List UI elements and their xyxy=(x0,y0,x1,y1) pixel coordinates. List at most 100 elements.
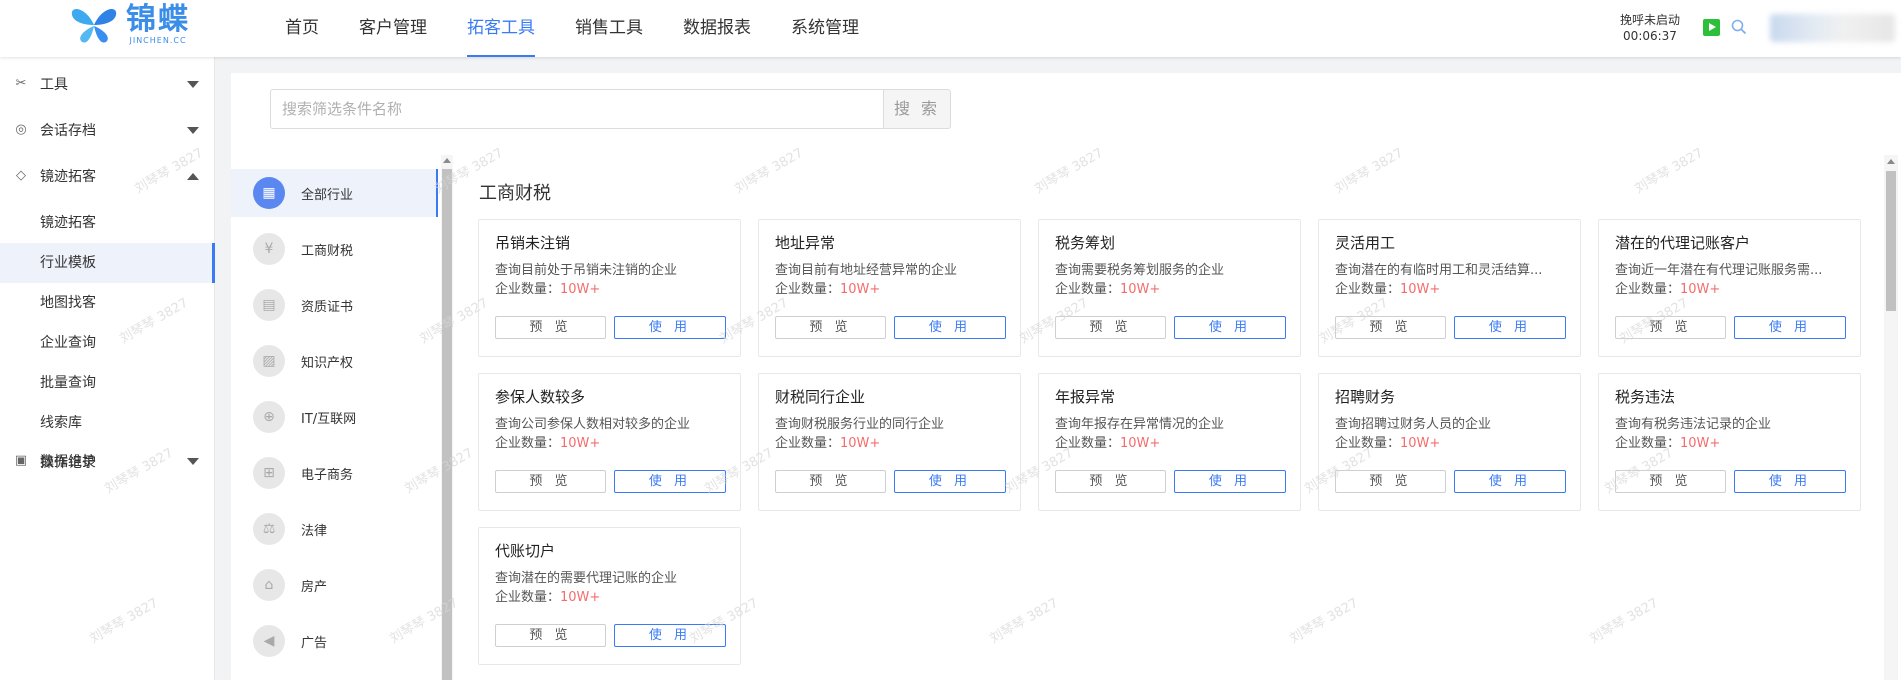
template-card: 参保人数较多 查询公司参保人数相对较多的企业 企业数量：10W+ 预 览使 用 xyxy=(478,373,741,511)
brand-logo[interactable]: 锦蝶 JINCHEN.CC xyxy=(68,4,190,45)
content-scrollbar[interactable] xyxy=(1884,155,1898,680)
category-label: 电子商务 xyxy=(301,467,354,483)
chevron-up-icon xyxy=(187,173,199,180)
globe-icon: ⊕ xyxy=(253,401,285,433)
count-value: 10W+ xyxy=(1680,436,1721,451)
nav-item-4[interactable]: 数据报表 xyxy=(663,0,771,57)
category-label: 房产 xyxy=(301,579,328,595)
nav-item-3[interactable]: 销售工具 xyxy=(555,0,663,57)
top-header: 锦蝶 JINCHEN.CC 首页 客户管理 拓客工具 销售工具 数据报表 系统管理 挽呼未… xyxy=(0,0,1901,57)
category-item-7[interactable]: ⌂ 房产 xyxy=(231,561,438,609)
category-item-1[interactable]: ¥ 工商财税 xyxy=(231,225,438,273)
category-item-4[interactable]: ⊕ IT/互联网 xyxy=(231,393,438,441)
section-title: 工商财税 xyxy=(479,183,551,204)
template-card: 财税同行企业 查询财税服务行业的同行企业 企业数量：10W+ 预 览使 用 xyxy=(758,373,1021,511)
card-title: 潜在的代理记账客户 xyxy=(1615,234,1751,252)
search-button[interactable]: 搜 索 xyxy=(883,89,951,129)
card-description: 查询招聘过财务人员的企业 xyxy=(1335,417,1492,432)
preview-button[interactable]: 预 览 xyxy=(495,316,606,339)
card-description: 查询目前有地址经营异常的企业 xyxy=(775,263,958,278)
count-value: 10W+ xyxy=(560,282,601,297)
category-item-5[interactable]: ⊞ 电子商务 xyxy=(231,449,438,497)
nav-item-1[interactable]: 客户管理 xyxy=(339,0,447,57)
search-icon[interactable] xyxy=(1730,18,1748,36)
chevron-down-icon xyxy=(187,81,199,88)
use-button[interactable]: 使 用 xyxy=(1454,470,1566,493)
count-value: 10W+ xyxy=(560,590,601,605)
card-count: 企业数量：10W+ xyxy=(495,278,600,297)
template-card: 税务违法 查询有税务违法记录的企业 企业数量：10W+ 预 览使 用 xyxy=(1598,373,1861,511)
user-profile-blurred[interactable] xyxy=(1770,14,1895,42)
preview-button[interactable]: 预 览 xyxy=(775,470,886,493)
card-description: 查询年报存在异常情况的企业 xyxy=(1055,417,1225,432)
use-button[interactable]: 使 用 xyxy=(1454,316,1566,339)
preview-button[interactable]: 预 览 xyxy=(1055,316,1166,339)
template-card: 灵活用工 查询潜在的有临时用工和灵活结算... 企业数量：10W+ 预 览使 用 xyxy=(1318,219,1581,357)
nav-item-5[interactable]: 系统管理 xyxy=(771,0,879,57)
preview-button[interactable]: 预 览 xyxy=(495,624,606,647)
template-card: 潜在的代理记账客户 查询近一年潜在有代理记账服务需... 企业数量：10W+ 预 览使… xyxy=(1598,219,1861,357)
card-count: 企业数量：10W+ xyxy=(1335,432,1440,451)
use-button[interactable]: 使 用 xyxy=(1174,316,1286,339)
category-item-0[interactable]: ▦ 全部行业 xyxy=(231,169,438,217)
preview-button[interactable]: 预 览 xyxy=(1335,470,1446,493)
use-button[interactable]: 使 用 xyxy=(614,316,726,339)
use-button[interactable]: 使 用 xyxy=(894,470,1006,493)
nav-item-2[interactable]: 拓客工具 xyxy=(447,0,555,57)
count-value: 10W+ xyxy=(1400,436,1441,451)
category-item-2[interactable]: ▤ 资质证书 xyxy=(231,281,438,329)
cart-icon: ⊞ xyxy=(253,457,285,489)
count-value: 10W+ xyxy=(840,282,881,297)
use-button[interactable]: 使 用 xyxy=(614,624,726,647)
count-value: 10W+ xyxy=(840,436,881,451)
category-item-3[interactable]: ▨ 知识产权 xyxy=(231,337,438,385)
grid-icon: ▦ xyxy=(253,177,285,209)
preview-button[interactable]: 预 览 xyxy=(1055,470,1166,493)
card-description: 查询目前处于吊销未注销的企业 xyxy=(495,263,678,278)
preview-button[interactable]: 预 览 xyxy=(1615,316,1726,339)
category-label: 资质证书 xyxy=(301,299,354,315)
nav-item-0[interactable]: 首页 xyxy=(265,0,339,57)
megaphone-icon: ◀ xyxy=(253,625,285,657)
preview-button[interactable]: 预 览 xyxy=(1615,470,1726,493)
brand-text: 锦蝶 JINCHEN.CC xyxy=(126,2,190,46)
sidebar-item-3[interactable]: 企业查询 xyxy=(0,323,215,363)
template-card: 年报异常 查询年报存在异常情况的企业 企业数量：10W+ 预 览使 用 xyxy=(1038,373,1301,511)
count-label: 企业数量： xyxy=(1055,282,1121,297)
count-label: 企业数量： xyxy=(1335,436,1401,451)
count-value: 10W+ xyxy=(1400,282,1441,297)
use-button[interactable]: 使 用 xyxy=(1734,470,1846,493)
sidebar-item-5[interactable]: 线索库 xyxy=(0,403,215,443)
count-label: 企业数量： xyxy=(1615,282,1681,297)
sidebar-item-6[interactable]: 操作记录 xyxy=(0,443,215,483)
filter-search-input[interactable]: 搜索筛选条件名称 xyxy=(270,89,884,129)
sidebar-item-0[interactable]: 镜迹拓客 xyxy=(0,203,215,243)
use-button[interactable]: 使 用 xyxy=(614,470,726,493)
card-count: 企业数量：10W+ xyxy=(1615,278,1720,297)
template-card: 税务筹划 查询需要税务筹划服务的企业 企业数量：10W+ 预 览使 用 xyxy=(1038,219,1301,357)
play-icon[interactable] xyxy=(1703,19,1720,36)
preview-button[interactable]: 预 览 xyxy=(495,470,606,493)
use-button[interactable]: 使 用 xyxy=(1734,316,1846,339)
main-panel: 搜索筛选条件名称 搜 索 ▦ 全部行业 ¥ 工商财税 ▤ 资质证书 ▨ 知识产权 ⊕ IT/互联网… xyxy=(231,73,1901,680)
use-button[interactable]: 使 用 xyxy=(1174,470,1286,493)
preview-button[interactable]: 预 览 xyxy=(1335,316,1446,339)
image-icon: ▨ xyxy=(253,345,285,377)
use-button[interactable]: 使 用 xyxy=(894,316,1006,339)
preview-button[interactable]: 预 览 xyxy=(775,316,886,339)
house-icon: ⌂ xyxy=(253,569,285,601)
sidebar-item-1[interactable]: 行业模板 xyxy=(0,243,215,283)
sidebar-item-4[interactable]: 批量查询 xyxy=(0,363,215,403)
category-item-8[interactable]: ◀ 广告 xyxy=(231,617,438,665)
sidebar-group-2[interactable]: ◇ 镜迹拓客 xyxy=(0,149,215,203)
card-count: 企业数量：10W+ xyxy=(1055,432,1160,451)
count-label: 企业数量： xyxy=(775,436,841,451)
category-scrollbar[interactable] xyxy=(441,155,453,680)
left-sidebar: ✂ 工具 ◎ 会话存档 ◇ 镜迹拓客 ▣ 数据维护 镜迹拓客 行业模板 地图找客 企业查询 批量查询 线索… xyxy=(0,57,215,680)
card-count: 企业数量：10W+ xyxy=(1055,278,1160,297)
brand-name-cn: 锦蝶 xyxy=(126,2,190,37)
sidebar-item-2[interactable]: 地图找客 xyxy=(0,283,215,323)
call-status: 挽呼未启动 00:06:37 xyxy=(1620,12,1680,44)
card-count: 企业数量：10W+ xyxy=(495,432,600,451)
category-item-6[interactable]: ⚖ 法律 xyxy=(231,505,438,553)
